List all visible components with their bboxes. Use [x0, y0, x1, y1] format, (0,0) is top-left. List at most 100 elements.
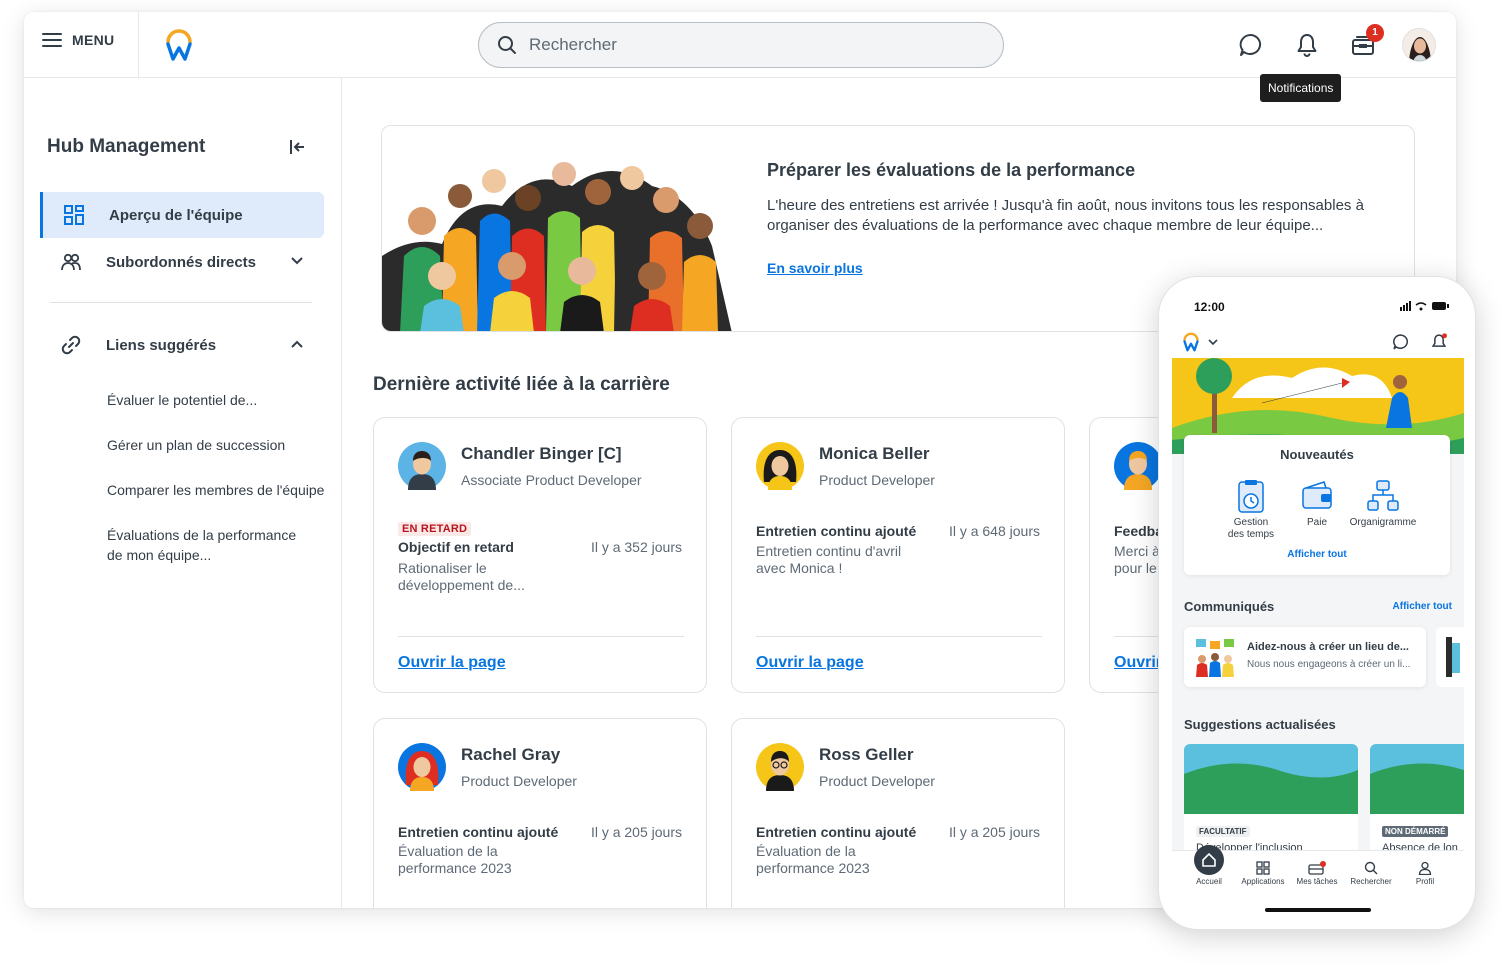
- nav-applications[interactable]: Applications: [1235, 861, 1291, 886]
- search-input[interactable]: Rechercher: [478, 22, 1004, 68]
- card-activity-title: Entretien continu ajouté: [398, 824, 559, 840]
- open-page-link[interactable]: Ouvrir la page: [398, 654, 506, 672]
- suggested-link-team-reviews-line2[interactable]: de mon équipe...: [107, 545, 211, 565]
- suggested-link-evaluate-potential[interactable]: Évaluer le potentiel de...: [107, 390, 257, 410]
- communications-title: Communiqués: [1184, 599, 1275, 614]
- app-label: Paie: [1306, 517, 1327, 528]
- search-placeholder: Rechercher: [529, 35, 617, 54]
- sidebar-item-label: Aperçu de l'équipe: [109, 206, 243, 224]
- activity-card-rachel: Rachel Gray Product Developer Entretien …: [373, 718, 707, 908]
- notifications-tooltip: Notifications: [1260, 74, 1342, 102]
- app-org-chart[interactable]: Organigramme: [1348, 479, 1418, 529]
- nav-home[interactable]: Accueil: [1181, 845, 1237, 886]
- nav-profile[interactable]: Profil: [1397, 861, 1453, 886]
- chevron-down-icon[interactable]: [1208, 338, 1218, 346]
- card-activity-title: Objectif en retard: [398, 539, 514, 555]
- card-activity-time: Il y a 205 jours: [590, 824, 682, 840]
- crowd-illustration: [382, 126, 732, 331]
- news-panel: Nouveautés Gestion des temps Paie Organi…: [1184, 435, 1450, 575]
- app-payroll[interactable]: Paie: [1282, 479, 1352, 529]
- banner-title: Préparer les évaluations de la performan…: [767, 160, 1136, 180]
- apps-grid-icon: [1256, 861, 1270, 875]
- app-time-tracking[interactable]: Gestion des temps: [1216, 479, 1286, 541]
- card-role: Associate Product Developer: [461, 472, 642, 488]
- activity-card-monica: Monica Beller Product Developer Entretie…: [731, 417, 1065, 693]
- grid-icon: [64, 205, 84, 225]
- overdue-badge: EN RETARD: [398, 522, 472, 536]
- phone-header: [1172, 324, 1464, 358]
- suggested-link-compare-members[interactable]: Comparer les membres de l'équipe: [107, 480, 324, 500]
- hamburger-icon: [42, 33, 62, 47]
- suggested-link-team-reviews[interactable]: Évaluations de la performance: [107, 525, 296, 545]
- career-activity-title: Dernière activité liée à la carrière: [373, 374, 670, 395]
- optional-badge: FACULTATIF: [1196, 826, 1250, 837]
- org-chart-icon: [1367, 480, 1399, 511]
- communication-item[interactable]: Aidez-nous à créer un lieu de... Nous no…: [1184, 627, 1426, 687]
- news-see-all-link[interactable]: Afficher tout: [1184, 549, 1450, 560]
- sidebar: Hub Management Aperçu de l'équipe Subord: [24, 78, 342, 908]
- card-name: Monica Beller: [819, 444, 930, 463]
- avatar-ross: [756, 743, 804, 791]
- nav-my-tasks[interactable]: Mes tâches: [1289, 861, 1345, 886]
- nav-label: Applications: [1241, 877, 1285, 886]
- card-activity-desc-line2: performance 2023: [398, 860, 512, 876]
- sidebar-item-suggested-links[interactable]: Liens suggérés: [40, 322, 324, 368]
- communication-thumbnail-icon: [1192, 637, 1238, 677]
- suggestion-illustration: [1370, 744, 1464, 814]
- communication-title: Aidez-nous à créer un lieu de...: [1247, 641, 1409, 653]
- card-activity-desc-line1: Entretien continu d'avril: [756, 543, 902, 559]
- sidebar-item-direct-reports[interactable]: Subordonnés directs: [40, 239, 324, 285]
- phone-chat-icon[interactable]: [1392, 333, 1410, 351]
- nav-label: Profil: [1415, 877, 1435, 886]
- suggestion-illustration: [1184, 744, 1358, 814]
- avatar-monica: [756, 442, 804, 490]
- topbar-divider: [138, 12, 139, 78]
- people-icon: [61, 253, 81, 271]
- card-name: Rachel Gray: [461, 745, 561, 764]
- user-photo-icon: [1403, 29, 1435, 61]
- signal-battery-icon: [1400, 301, 1449, 311]
- menu-button[interactable]: MENU: [42, 32, 114, 48]
- card-activity-desc-line2: avec Monica !: [756, 560, 843, 576]
- chevron-up-icon: [291, 340, 303, 348]
- communication-item-partial[interactable]: [1436, 627, 1464, 687]
- not-started-badge: NON DÉMARRÉ: [1382, 826, 1449, 837]
- nav-search[interactable]: Rechercher: [1343, 861, 1399, 886]
- card-activity-desc-line2: performance 2023: [756, 860, 870, 876]
- app-label-line2: des temps: [1227, 529, 1275, 540]
- menu-label: MENU: [72, 32, 115, 48]
- sidebar-divider: [50, 302, 312, 303]
- link-icon: [61, 335, 81, 355]
- home-indicator: [1265, 908, 1371, 912]
- user-avatar[interactable]: [1402, 28, 1436, 62]
- card-name: Ross Geller: [819, 745, 914, 764]
- suggestion-card-inclusion[interactable]: FACULTATIF Développer l'inclusion: [1184, 744, 1358, 854]
- wallet-icon: [1302, 481, 1332, 509]
- chat-icon[interactable]: [1238, 32, 1264, 58]
- chevron-down-icon: [291, 257, 303, 265]
- communications-see-all-link[interactable]: Afficher tout: [1393, 601, 1452, 612]
- bell-icon[interactable]: [1294, 32, 1320, 58]
- learn-more-link[interactable]: En savoir plus: [767, 260, 863, 276]
- open-page-link[interactable]: Ouvrir la page: [756, 654, 864, 672]
- phone-status-bar: 12:00: [1172, 290, 1464, 324]
- phone-time: 12:00: [1194, 300, 1225, 314]
- open-page-link[interactable]: Ouvrir: [1114, 654, 1162, 672]
- sidebar-item-label: Liens suggérés: [106, 336, 217, 354]
- search-icon: [498, 36, 516, 54]
- workday-logo-icon[interactable]: [164, 28, 194, 62]
- card-role: Product Developer: [819, 773, 935, 789]
- communication-thumbnail-icon: [1446, 637, 1460, 677]
- nav-label: Accueil: [1196, 877, 1222, 886]
- nav-label: Rechercher: [1350, 877, 1392, 886]
- suggestion-card-absence[interactable]: NON DÉMARRÉ Absence de lon: [1370, 744, 1464, 854]
- tasks-inbox-icon: [1308, 861, 1326, 875]
- suggested-link-succession-plan[interactable]: Gérer un plan de succession: [107, 435, 285, 455]
- activity-card-chandler: Chandler Binger [C] Associate Product De…: [373, 417, 707, 693]
- collapse-sidebar-icon[interactable]: [288, 138, 306, 156]
- nav-label: Mes tâches: [1296, 877, 1338, 886]
- phone-bell-icon[interactable]: [1430, 332, 1448, 352]
- sidebar-item-team-overview[interactable]: Aperçu de l'équipe: [40, 192, 324, 238]
- phone-logo-icon[interactable]: [1182, 332, 1200, 352]
- activity-card-ross: Ross Geller Product Developer Entretien …: [731, 718, 1065, 908]
